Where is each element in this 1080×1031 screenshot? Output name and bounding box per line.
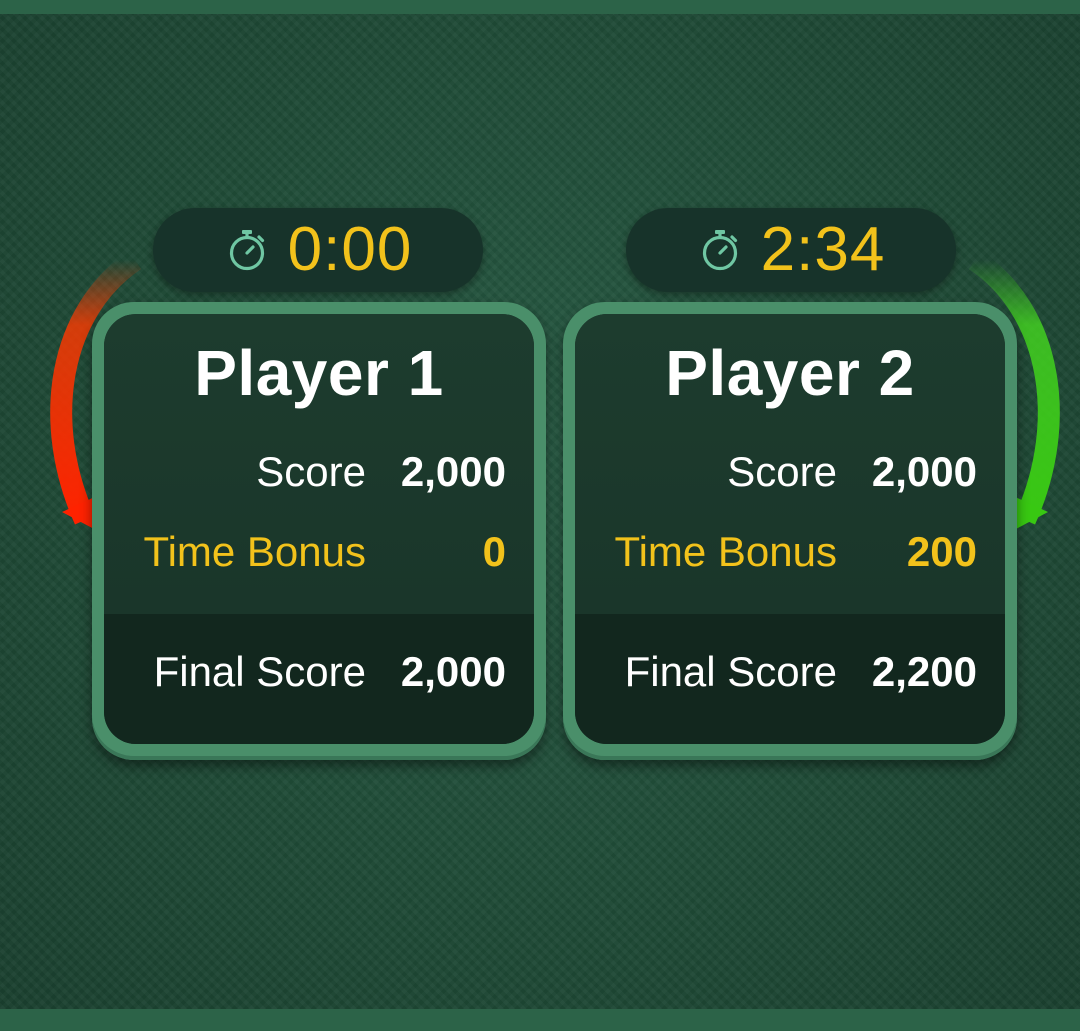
player1-card-body: Player 1 Score 2,000 Time Bonus 0 Final … [104,314,534,744]
stopwatch-icon [229,230,264,271]
player1-score-row: Score 2,000 [104,448,506,496]
score-label: Score [727,448,837,495]
player2-final-score-value: 2,200 [871,648,977,695]
time-bonus-label: Time Bonus [143,528,366,575]
final-score-label: Final Score [624,648,837,695]
player1-final-score-value: 2,000 [400,648,506,695]
final-score-label: Final Score [153,648,366,695]
player1-time-bonus-value: 0 [482,528,506,575]
player2-score-value: 2,000 [871,448,977,495]
player1-name: Player 1 [194,337,444,409]
player1-time-bonus-row: Time Bonus 0 [104,528,506,576]
player2-final-score-row: Final Score 2,200 [575,648,977,696]
stopwatch-icon [702,230,737,271]
player2-name: Player 2 [665,337,915,409]
player1-score-card: Player 1 Score 2,000 Time Bonus 0 Final … [92,302,546,760]
player2-score-row: Score 2,000 [575,448,977,496]
player2-timer: 2:34 [626,208,956,292]
player1-final-score-row: Final Score 2,000 [104,648,506,696]
player2-card-body: Player 2 Score 2,000 Time Bonus 200 Fina… [575,314,1005,744]
bottom-border [0,1009,1080,1031]
player1-timer: 0:00 [153,208,483,292]
player1-score-value: 2,000 [400,448,506,495]
player2-timer-value: 2:34 [760,215,886,284]
top-border [0,0,1080,14]
player2-time-bonus-row: Time Bonus 200 [575,528,977,576]
time-bonus-label: Time Bonus [614,528,837,575]
score-label: Score [256,448,366,495]
player1-timer-value: 0:00 [287,215,413,284]
player2-score-card: Player 2 Score 2,000 Time Bonus 200 Fina… [563,302,1017,760]
player2-time-bonus-value: 200 [906,528,977,575]
